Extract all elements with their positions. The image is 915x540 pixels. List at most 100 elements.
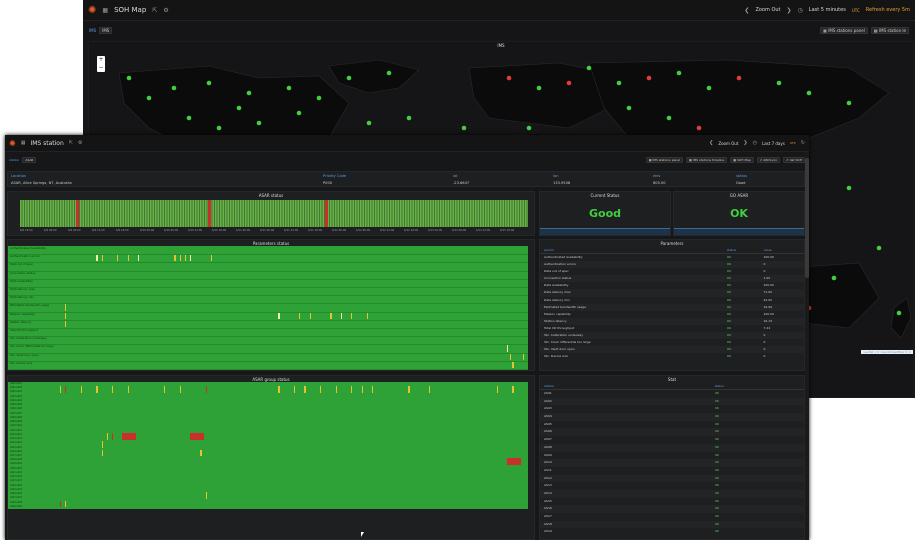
station-marker[interactable] bbox=[831, 275, 837, 281]
scrollbar-thumb[interactable] bbox=[805, 158, 809, 278]
link-ims-station[interactable]: ▦ IMS station le bbox=[870, 27, 909, 34]
table-header-param[interactable]: param bbox=[544, 248, 727, 252]
table-row: Data Availability OK 100.00 bbox=[540, 282, 804, 289]
time-range-picker[interactable]: Last 5 minutes bbox=[809, 7, 846, 13]
soh-map-varbar: IMS IMS ▦ IMS stations panel ▦ IMS stati… bbox=[83, 21, 915, 40]
table-row: Stn. Vault door open OK 0 bbox=[540, 346, 804, 354]
current-status-value: Good bbox=[588, 207, 622, 220]
link-soh-map[interactable]: ▦ SOH Map bbox=[730, 156, 754, 163]
station-marker[interactable] bbox=[736, 75, 742, 81]
station-marker[interactable] bbox=[806, 90, 812, 96]
refresh-label[interactable]: Refresh every 5m bbox=[866, 7, 910, 13]
station-marker[interactable] bbox=[696, 125, 702, 131]
grafana-logo-icon[interactable]: ✺ bbox=[88, 5, 96, 16]
param-status: OK bbox=[726, 311, 732, 316]
station-marker[interactable] bbox=[316, 95, 322, 101]
utc-label: UTC bbox=[789, 141, 796, 145]
zoom-out-button[interactable]: Zoom Out bbox=[718, 141, 738, 146]
station-marker[interactable] bbox=[876, 245, 882, 251]
heatmap-warning-cell bbox=[65, 304, 67, 311]
info-header-status[interactable]: status bbox=[736, 174, 747, 178]
dashboard-menu-icon[interactable]: ▦ bbox=[102, 7, 108, 14]
zoom-out-icon[interactable]: − bbox=[97, 64, 105, 72]
map-attribution[interactable]: Leaflet | © OpenStreetMap © C bbox=[861, 350, 913, 354]
zoom-forward-icon[interactable]: ❯ bbox=[787, 7, 792, 14]
group-name: AS16 bbox=[544, 506, 552, 511]
map-zoom-control[interactable]: + − bbox=[97, 56, 105, 72]
station-marker[interactable] bbox=[146, 95, 152, 101]
station-marker[interactable] bbox=[126, 75, 132, 81]
info-header-priority[interactable]: Priority Code bbox=[323, 174, 346, 178]
station-marker[interactable] bbox=[286, 85, 292, 91]
group-heatmap[interactable]: AS01-AS01 AS01-AS02 AS02-AS02 AS03-AS03 AS04… bbox=[8, 382, 528, 509]
settings-icon[interactable]: ⚙ bbox=[78, 140, 82, 146]
link-dat-soh[interactable]: ⇗ dat SOH bbox=[783, 156, 805, 163]
station-marker[interactable] bbox=[776, 80, 782, 86]
table-row: AS12 OK bbox=[540, 474, 804, 483]
table-header-status[interactable]: status bbox=[727, 248, 764, 252]
param-name: Data Availability bbox=[544, 283, 569, 288]
station-marker[interactable] bbox=[536, 85, 542, 91]
zoom-in-icon[interactable]: + bbox=[97, 56, 105, 64]
info-header-lon[interactable]: lon bbox=[553, 174, 558, 178]
station-marker[interactable] bbox=[296, 110, 302, 116]
info-header-elev[interactable]: elev bbox=[653, 174, 661, 178]
share-icon[interactable]: ⇱ bbox=[69, 140, 73, 146]
station-marker[interactable] bbox=[216, 125, 222, 131]
station-marker[interactable] bbox=[706, 85, 712, 91]
station-marker[interactable] bbox=[846, 185, 852, 191]
zoom-back-icon[interactable]: ❮ bbox=[709, 140, 713, 146]
station-marker[interactable] bbox=[256, 120, 262, 126]
settings-icon[interactable]: ⚙ bbox=[163, 7, 168, 14]
station-marker[interactable] bbox=[206, 80, 212, 86]
link-ims-stations-panel[interactable]: ▦ IMS stations panel bbox=[645, 156, 684, 163]
share-icon[interactable]: ⇱ bbox=[152, 7, 157, 14]
station-marker[interactable] bbox=[236, 105, 242, 111]
link-ims-stations-timeline[interactable]: ▦ IMS stations timeline bbox=[686, 156, 728, 163]
station-marker[interactable] bbox=[626, 105, 632, 111]
station-marker[interactable] bbox=[171, 85, 177, 91]
station-marker[interactable] bbox=[676, 70, 682, 76]
station-marker[interactable] bbox=[246, 90, 252, 96]
grafana-logo-icon[interactable]: ✺ bbox=[9, 139, 16, 148]
zoom-back-icon[interactable]: ❮ bbox=[744, 7, 749, 14]
zoom-out-button[interactable]: Zoom Out bbox=[755, 7, 780, 13]
link-ims-stations-panel[interactable]: ▦ IMS stations panel bbox=[820, 27, 868, 34]
heatmap-row-label: Stn. Clock differential too large bbox=[10, 344, 54, 349]
var-select[interactable]: IMS bbox=[99, 27, 113, 34]
info-header-location[interactable]: Location bbox=[11, 174, 26, 178]
table-header-station[interactable]: station bbox=[544, 384, 715, 388]
station-marker[interactable] bbox=[366, 120, 372, 126]
dashboard-title[interactable]: IMS station bbox=[30, 140, 63, 147]
var-select[interactable]: ASAR bbox=[22, 156, 37, 163]
window-scrollbar[interactable] bbox=[805, 152, 809, 540]
station-marker[interactable] bbox=[461, 125, 467, 131]
link-arcs[interactable]: ⇗ ARCS.pro bbox=[756, 156, 781, 163]
asar-status-timeline[interactable] bbox=[20, 200, 528, 227]
dashboard-title[interactable]: SOH Map bbox=[114, 6, 146, 14]
parameters-heatmap[interactable]: Authenticated Availability Authentication… bbox=[8, 246, 528, 370]
station-marker[interactable] bbox=[666, 115, 672, 121]
station-marker[interactable] bbox=[616, 80, 622, 86]
station-marker[interactable] bbox=[846, 100, 852, 106]
station-marker[interactable] bbox=[386, 70, 392, 76]
station-marker[interactable] bbox=[586, 65, 592, 71]
time-range-picker[interactable]: Last 7 days bbox=[762, 141, 785, 146]
station-marker[interactable] bbox=[346, 75, 352, 81]
station-marker[interactable] bbox=[186, 115, 192, 121]
heatmap-warning-cell bbox=[340, 312, 343, 319]
zoom-forward-icon[interactable]: ❯ bbox=[743, 140, 747, 146]
table-header-value[interactable]: value bbox=[763, 248, 800, 252]
station-marker[interactable] bbox=[506, 75, 512, 81]
table-header-status[interactable]: status bbox=[715, 384, 800, 388]
heatmap-row-label: AS16-AS16 bbox=[10, 449, 23, 453]
info-header-lat[interactable]: lat bbox=[453, 174, 458, 178]
station-marker[interactable] bbox=[566, 80, 572, 86]
param-status: OK bbox=[726, 333, 732, 338]
station-marker[interactable] bbox=[526, 125, 532, 131]
station-marker[interactable] bbox=[896, 310, 902, 316]
refresh-icon[interactable]: ↻ bbox=[801, 140, 805, 146]
station-marker[interactable] bbox=[646, 75, 652, 81]
station-marker[interactable] bbox=[406, 115, 412, 121]
dashboard-menu-icon[interactable]: ▦ bbox=[21, 140, 26, 146]
